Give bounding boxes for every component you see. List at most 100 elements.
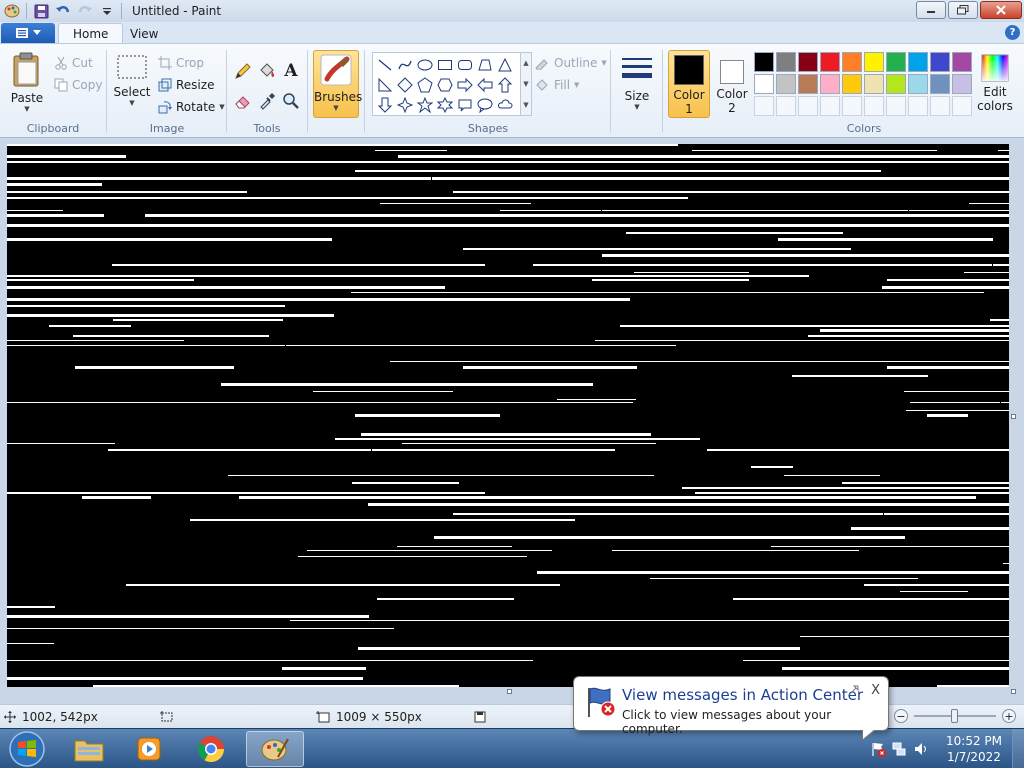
drawing-canvas[interactable] — [7, 144, 1009, 687]
clock[interactable]: 10:52 PM 1/7/2022 — [946, 733, 1002, 765]
custom-color-slot[interactable] — [754, 96, 774, 116]
custom-color-slot[interactable] — [952, 96, 972, 116]
custom-color-slot[interactable] — [842, 96, 862, 116]
eraser-tool-button[interactable] — [232, 90, 254, 112]
hexagon-shape-icon[interactable] — [435, 75, 455, 95]
zoom-in-button[interactable]: + — [1002, 709, 1016, 723]
brushes-button[interactable]: Brushes ▼ — [313, 50, 362, 118]
color-picker-tool-button[interactable] — [256, 90, 278, 112]
pencil-tool-button[interactable] — [232, 60, 254, 82]
five-point-star-shape-icon[interactable] — [415, 95, 435, 115]
palette-swatch[interactable] — [820, 74, 840, 94]
palette-swatch[interactable] — [908, 74, 928, 94]
palette-swatch[interactable] — [886, 52, 906, 72]
taskbar-explorer[interactable] — [60, 731, 118, 767]
palette-swatch[interactable] — [776, 74, 796, 94]
zoom-out-button[interactable]: − — [894, 709, 908, 723]
palette-swatch[interactable] — [930, 74, 950, 94]
right-triangle-shape-icon[interactable] — [375, 75, 395, 95]
outline-button[interactable]: Outline ▼ — [534, 56, 607, 70]
minimize-button[interactable] — [916, 1, 946, 19]
custom-color-slot[interactable] — [930, 96, 950, 116]
color2-button[interactable]: Color 2 — [712, 50, 752, 118]
size-button[interactable]: Size ▼ — [616, 54, 658, 111]
volume-icon[interactable] — [910, 741, 932, 757]
notification-title[interactable]: View messages in Action Center — [622, 686, 863, 704]
palette-swatch[interactable] — [952, 52, 972, 72]
color1-button[interactable]: Color 1 — [668, 50, 710, 118]
select-button[interactable]: Select ▼ — [112, 54, 152, 107]
four-point-star-shape-icon[interactable] — [395, 95, 415, 115]
palette-swatch[interactable] — [908, 52, 928, 72]
line-shape-icon[interactable] — [375, 55, 395, 75]
palette-swatch[interactable] — [930, 52, 950, 72]
close-button[interactable] — [980, 1, 1022, 19]
rectangle-shape-icon[interactable] — [435, 55, 455, 75]
custom-color-slot[interactable] — [908, 96, 928, 116]
down-arrow-shape-icon[interactable] — [375, 95, 395, 115]
undo-icon[interactable] — [53, 1, 73, 21]
curve-shape-icon[interactable] — [395, 55, 415, 75]
fill-button[interactable]: Fill ▼ — [534, 78, 579, 92]
cloud-callout-shape-icon[interactable] — [495, 95, 515, 115]
network-icon[interactable] — [888, 741, 910, 757]
save-icon[interactable] — [31, 1, 51, 21]
custom-color-slot[interactable] — [820, 96, 840, 116]
paint-palette-icon[interactable] — [2, 1, 22, 21]
action-center-notification[interactable]: View messages in Action Center Click to … — [573, 676, 889, 741]
canvas-resize-handle-right[interactable] — [1011, 414, 1016, 419]
palette-swatch[interactable] — [820, 52, 840, 72]
cut-button[interactable]: Cut — [54, 56, 93, 70]
restore-button[interactable] — [948, 1, 978, 19]
edit-colors-button[interactable]: Edit colors — [974, 54, 1016, 113]
right-arrow-shape-icon[interactable] — [455, 75, 475, 95]
custom-color-slot[interactable] — [776, 96, 796, 116]
chevron-down-icon[interactable]: ▼ — [523, 80, 528, 88]
polygon-shape-icon[interactable] — [475, 55, 495, 75]
canvas-workspace[interactable] — [0, 138, 1024, 704]
action-center-flag-icon[interactable] — [870, 741, 888, 757]
palette-swatch[interactable] — [842, 52, 862, 72]
canvas-resize-handle-corner[interactable] — [1011, 689, 1016, 694]
left-arrow-shape-icon[interactable] — [475, 75, 495, 95]
palette-swatch[interactable] — [754, 52, 774, 72]
palette-swatch[interactable] — [952, 74, 972, 94]
custom-color-slot[interactable] — [864, 96, 884, 116]
file-menu-button[interactable] — [1, 23, 55, 43]
notification-close-button[interactable]: X — [871, 683, 880, 698]
text-icon[interactable]: A — [280, 60, 302, 82]
palette-swatch[interactable] — [886, 74, 906, 94]
paste-button[interactable]: Paste ▼ — [6, 52, 48, 113]
taskbar-paint[interactable] — [246, 731, 304, 767]
expand-gallery-icon[interactable]: ▼ — [523, 101, 528, 109]
palette-swatch[interactable] — [864, 74, 884, 94]
taskbar-chrome[interactable] — [182, 731, 240, 767]
rotate-button[interactable]: Rotate ▼ — [158, 100, 225, 114]
tab-home[interactable]: Home — [58, 23, 124, 44]
redo-icon[interactable] — [75, 1, 95, 21]
canvas-resize-handle-bottom[interactable] — [507, 689, 512, 694]
triangle-shape-icon[interactable] — [495, 55, 515, 75]
palette-swatch[interactable] — [864, 52, 884, 72]
zoom-slider-thumb[interactable] — [951, 709, 958, 723]
resize-button[interactable]: Resize — [158, 78, 214, 92]
taskbar-media-player[interactable] — [120, 731, 178, 767]
palette-swatch[interactable] — [842, 74, 862, 94]
diamond-shape-icon[interactable] — [395, 75, 415, 95]
pin-icon[interactable] — [848, 684, 860, 699]
up-arrow-shape-icon[interactable] — [495, 75, 515, 95]
magnifier-tool-button[interactable] — [280, 90, 302, 112]
show-desktop-button[interactable] — [1012, 729, 1024, 768]
palette-swatch[interactable] — [798, 74, 818, 94]
oval-shape-icon[interactable] — [415, 55, 435, 75]
custom-color-slot[interactable] — [798, 96, 818, 116]
oval-callout-shape-icon[interactable] — [475, 95, 495, 115]
six-point-star-shape-icon[interactable] — [435, 95, 455, 115]
palette-swatch[interactable] — [798, 52, 818, 72]
palette-swatch[interactable] — [754, 74, 774, 94]
chevron-up-icon[interactable]: ▲ — [523, 59, 528, 67]
crop-button[interactable]: Crop — [158, 56, 204, 70]
zoom-slider-track[interactable] — [914, 709, 996, 723]
fill-tool-button[interactable] — [256, 60, 278, 82]
shapes-gallery-scroll[interactable]: ▲ ▼ ▼ — [520, 52, 532, 116]
